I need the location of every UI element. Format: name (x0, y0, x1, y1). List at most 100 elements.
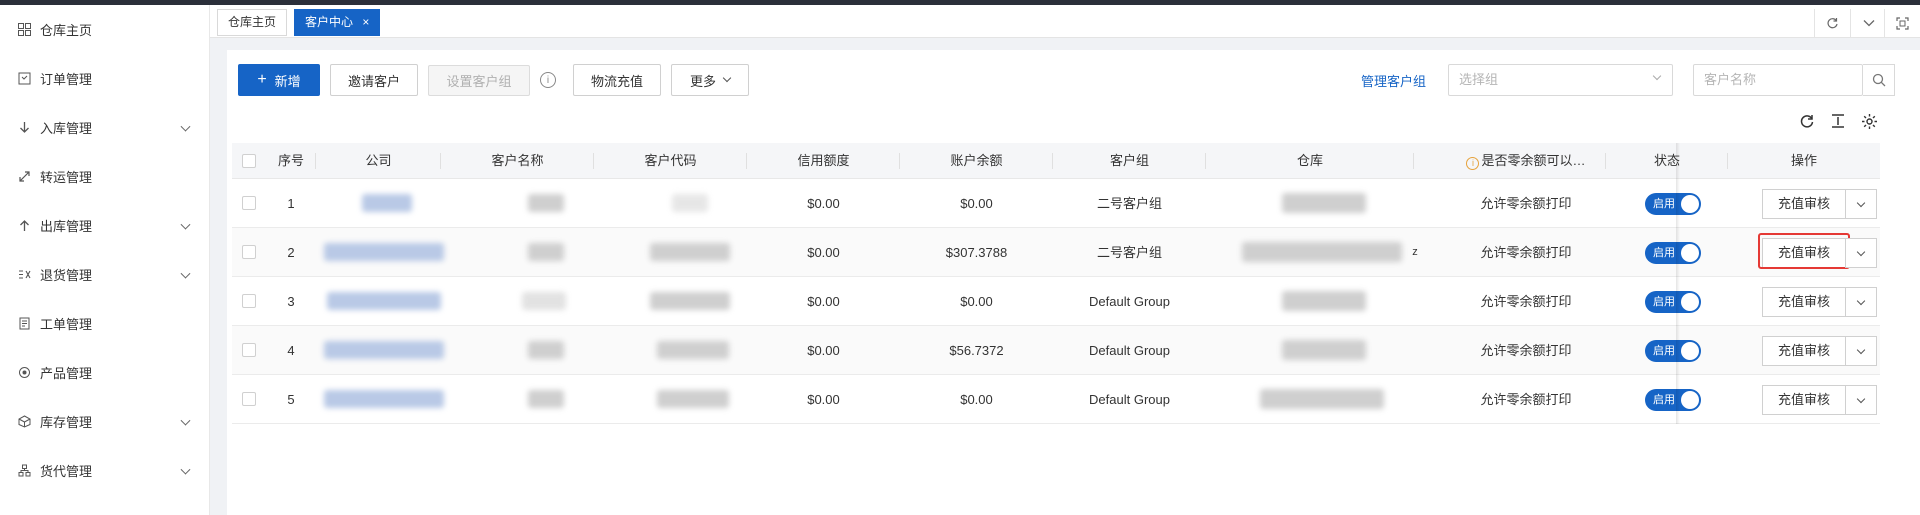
cell-customer-name-redacted (522, 292, 566, 310)
cell-account-balance: $56.7372 (949, 343, 1004, 358)
select-all-checkbox[interactable] (242, 154, 256, 168)
manage-customer-group-link[interactable]: 管理客户组 (1361, 71, 1426, 90)
row-checkbox[interactable] (242, 245, 256, 259)
sidebar-item-orders[interactable]: 订单管理 (0, 54, 209, 103)
sidebar-item-forwarder[interactable]: 货代管理 (0, 446, 209, 495)
chevron-down-icon (722, 73, 732, 83)
sidebar-item-label: 货代管理 (40, 464, 93, 479)
sidebar-item-tickets[interactable]: 工单管理 (0, 299, 209, 348)
status-toggle[interactable]: 启用 (1645, 389, 1701, 411)
header-credit-limit: 信用额度 (747, 143, 900, 179)
gear-icon (1861, 113, 1877, 129)
search-icon (1872, 73, 1885, 87)
cell-customer-code-redacted (672, 194, 708, 212)
sidebar-item-outbound[interactable]: 出库管理 (0, 201, 209, 250)
cell-warehouse-redacted (1282, 340, 1366, 360)
tab-warehouse-home[interactable]: 仓库主页 (217, 9, 288, 36)
row-actions-dropdown[interactable] (1845, 189, 1877, 219)
sidebar-item-label: 入库管理 (40, 121, 93, 136)
row-actions-dropdown[interactable] (1845, 287, 1877, 317)
row-actions-dropdown[interactable] (1845, 385, 1877, 415)
tabs-dropdown-button[interactable] (1850, 9, 1886, 37)
chevron-down-icon (1863, 20, 1874, 27)
cell-customer-code-redacted (657, 390, 729, 408)
order-icon (16, 71, 32, 87)
cell-zero-balance: 允许零余额打印 (1480, 196, 1572, 211)
close-icon[interactable]: × (362, 15, 369, 29)
sidebar-item-products[interactable]: 产品管理 (0, 348, 209, 397)
tab-label: 仓库主页 (228, 15, 277, 29)
cell-credit-limit: $0.00 (807, 294, 840, 309)
sidebar-item-returns[interactable]: 退货管理 (0, 250, 209, 299)
sidebar-item-transfer[interactable]: 转运管理 (0, 152, 209, 201)
chevron-down-icon (180, 121, 191, 132)
cell-zero-balance: 允许零余额打印 (1480, 392, 1572, 407)
status-toggle-label: 启用 (1653, 394, 1675, 406)
search-button[interactable] (1863, 64, 1895, 96)
sidebar-item-inbound[interactable]: 入库管理 (0, 103, 209, 152)
logistics-recharge-button[interactable]: 物流充值 (573, 64, 661, 96)
info-icon[interactable]: i (540, 72, 556, 88)
cell-index: 1 (287, 196, 295, 211)
recharge-review-button[interactable]: 充值审核 (1762, 336, 1846, 366)
sidebar-item-label: 库存管理 (40, 415, 93, 430)
status-toggle[interactable]: 启用 (1645, 340, 1701, 362)
header-label: 公司 (365, 153, 392, 168)
row-checkbox[interactable] (242, 196, 256, 210)
row-actions-dropdown[interactable] (1845, 336, 1877, 366)
cell-company-redacted (327, 292, 441, 310)
refresh-tab-button[interactable] (1814, 9, 1850, 37)
refresh-icon (1827, 17, 1838, 28)
sidebar-item-label: 工单管理 (40, 317, 93, 332)
recharge-review-button[interactable]: 充值审核 (1762, 287, 1846, 317)
highlight-box (1758, 233, 1850, 269)
tab-customer-center[interactable]: 客户中心 × (294, 9, 381, 36)
status-toggle[interactable]: 启用 (1645, 291, 1701, 313)
fullscreen-button[interactable] (1884, 9, 1920, 37)
table-row: 1 $0.00 $0.00 二号客户组 允许零余额打印 启用 充值审核 (232, 179, 1880, 228)
new-button[interactable]: + 新增 (238, 64, 320, 96)
sidebar-item-inventory[interactable]: 库存管理 (0, 397, 209, 446)
header-warehouse: 仓库 (1206, 143, 1414, 179)
cell-index: 3 (287, 294, 295, 309)
status-toggle-label: 启用 (1653, 198, 1675, 210)
status-toggle[interactable]: 启用 (1645, 242, 1701, 264)
column-height-button[interactable] (1828, 111, 1848, 131)
set-group-button-label: 设置客户组 (446, 74, 512, 89)
cell-warehouse-redacted (1282, 291, 1366, 311)
transfer-icon (16, 169, 32, 185)
cell-zero-balance: 允许零余额打印 (1480, 343, 1572, 358)
status-toggle[interactable]: 启用 (1645, 193, 1701, 215)
plus-icon: + (257, 71, 267, 88)
header-company: 公司 (316, 143, 441, 179)
table-header: 序号 公司 客户名称 客户代码 信用额度 账户余额 客户组 仓库 i 是否零余额可… (232, 143, 1880, 179)
refresh-table-button[interactable] (1797, 111, 1817, 131)
recharge-review-button[interactable]: 充值审核 (1762, 189, 1846, 219)
table-row: 5 $0.00 $0.00 Default Group 允许零余额打印 启用 充… (232, 375, 1880, 424)
sidebar-item-label: 出库管理 (40, 219, 93, 234)
row-checkbox[interactable] (242, 294, 256, 308)
chevron-down-icon (1856, 394, 1866, 404)
sidebar-item-home[interactable]: 仓库主页 (0, 5, 209, 54)
customer-name-input[interactable]: 客户名称 (1693, 64, 1863, 96)
group-select-placeholder: 选择组 (1459, 72, 1499, 87)
row-checkbox[interactable] (242, 392, 256, 406)
chevron-down-icon (1856, 247, 1866, 257)
row-actions-dropdown[interactable] (1845, 238, 1877, 268)
fullscreen-icon (1896, 16, 1909, 30)
invite-customer-button[interactable]: 邀请客户 (330, 64, 418, 96)
group-select[interactable]: 选择组 (1448, 64, 1673, 96)
cell-credit-limit: $0.00 (807, 343, 840, 358)
info-glyph: i (546, 74, 550, 86)
more-button[interactable]: 更多 (671, 64, 749, 96)
set-customer-group-button[interactable]: 设置客户组 (428, 65, 530, 96)
row-checkbox[interactable] (242, 343, 256, 357)
cell-customer-group: Default Group (1089, 392, 1170, 407)
recharge-review-button[interactable]: 充值审核 (1762, 385, 1846, 415)
table-settings-button[interactable] (1859, 111, 1879, 131)
header-status: 状态 (1606, 143, 1728, 179)
cell-warehouse-redacted (1242, 242, 1402, 262)
sidebar-item-label: 产品管理 (40, 366, 93, 381)
cell-customer-code-redacted (650, 243, 730, 261)
invite-button-label: 邀请客户 (347, 73, 400, 89)
